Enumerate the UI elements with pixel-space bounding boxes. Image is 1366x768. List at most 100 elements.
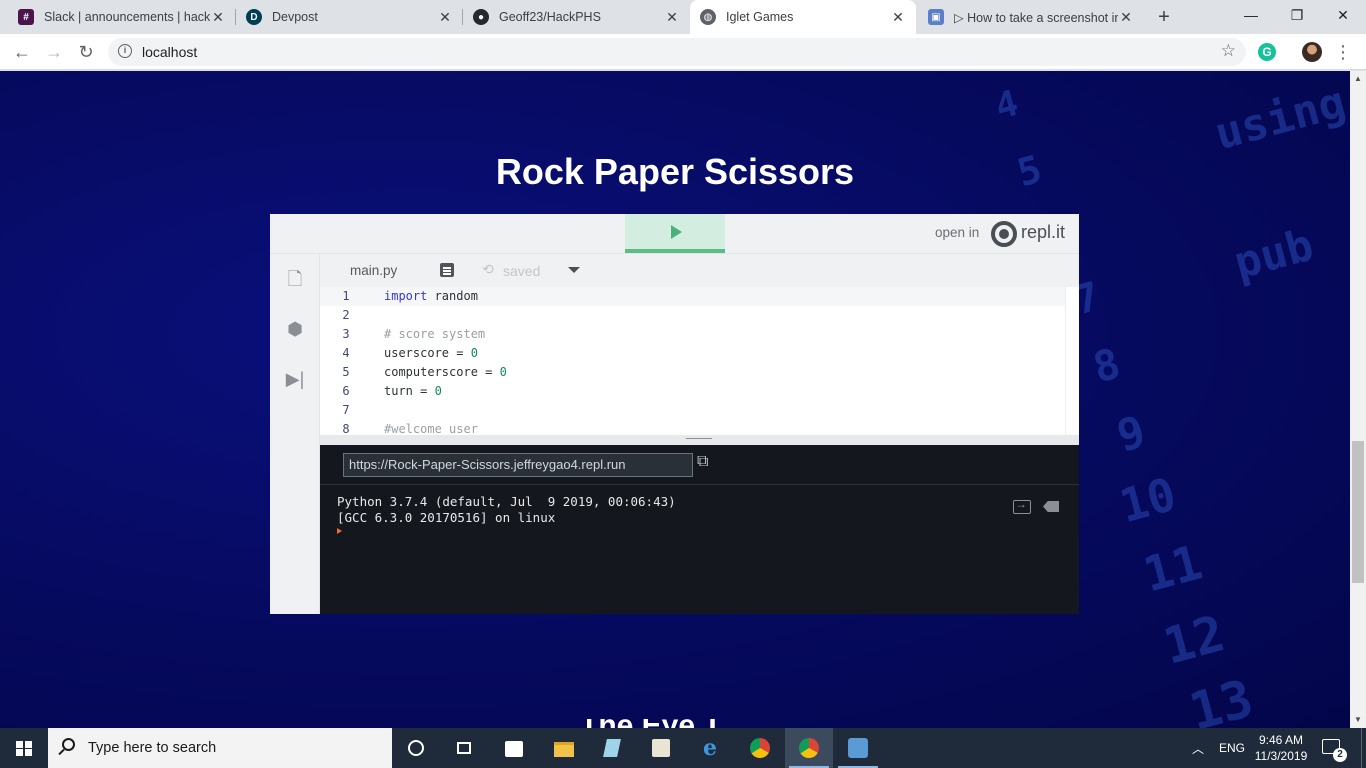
line-number: 1 (342, 289, 350, 303)
bg-digit: 13 (1183, 668, 1260, 728)
close-icon[interactable]: ✕ (664, 9, 680, 26)
code-text: #welcome user (384, 422, 478, 435)
show-desktop-button[interactable] (1361, 728, 1366, 768)
github-icon: ● (473, 9, 489, 25)
code-editor[interactable]: 1 import random 2 3 # score system 4 userscore… (320, 287, 1079, 435)
file-name: main.py (350, 263, 398, 278)
edge-icon[interactable]: e (686, 728, 734, 768)
scroll-up-icon[interactable]: ▲ (1350, 71, 1366, 87)
scrollbar-thumb[interactable] (1352, 441, 1364, 583)
tab-github[interactable]: ● Geoff23/HackPHS ✕ (463, 0, 690, 34)
console-toggle-icon[interactable] (1013, 497, 1031, 514)
debugger-icon[interactable]: ▶| (285, 368, 305, 390)
code-line[interactable]: 2 (320, 306, 1066, 325)
close-icon[interactable]: ✕ (437, 9, 453, 26)
address-url: localhost (142, 44, 198, 60)
file-tab[interactable]: main.py (320, 254, 428, 287)
tab-screenshot-howto[interactable]: ▣ ▷ How to take a screenshot in ✕ (918, 0, 1144, 34)
new-tab-button[interactable]: + (1152, 5, 1176, 29)
chrome-profile-icon[interactable] (785, 728, 833, 768)
system-clock[interactable]: 9:46 AM 11/3/2019 (1250, 732, 1312, 764)
embed-header: open in repl.it (270, 214, 1079, 254)
tab-devpost[interactable]: D Devpost ✕ (236, 0, 463, 34)
editor-scrollbar[interactable] (1065, 287, 1079, 435)
chevron-down-icon[interactable] (568, 267, 580, 273)
close-icon[interactable]: ✕ (210, 9, 226, 26)
close-icon[interactable]: ✕ (1118, 9, 1134, 26)
cortana-icon[interactable] (392, 728, 440, 768)
store-icon[interactable] (490, 728, 538, 768)
scroll-down-icon[interactable]: ▼ (1350, 712, 1366, 728)
start-button[interactable] (0, 728, 48, 768)
pane-resize-handle[interactable] (320, 435, 1079, 445)
address-bar[interactable]: i localhost ☆ (108, 38, 1246, 66)
minimize-button[interactable]: — (1228, 0, 1274, 30)
cortana-circle (408, 740, 424, 756)
folder-glyph (554, 742, 574, 757)
line-number: 6 (342, 384, 350, 398)
bookmark-star-icon[interactable]: ☆ (1221, 41, 1236, 61)
notepad-icon[interactable] (588, 728, 636, 768)
line-number: 8 (342, 422, 350, 435)
site-info-icon[interactable]: i (118, 44, 132, 58)
browser-toolbar: ← → ↻ i localhost ☆ (0, 34, 1366, 70)
line-number: 5 (342, 365, 350, 379)
play-icon (671, 225, 682, 239)
file-explorer-icon[interactable] (540, 728, 588, 768)
code-text: userscore = 0 (384, 346, 478, 360)
code-line[interactable]: 5 computerscore = 0 (320, 363, 1066, 382)
format-icon[interactable] (440, 263, 454, 277)
line-number: 3 (342, 327, 350, 341)
edge-glyph: e (703, 735, 717, 761)
task-view-glyph (457, 742, 471, 754)
clear-console-icon[interactable] (1043, 501, 1059, 512)
chrome-icon[interactable] (736, 728, 784, 768)
run-url-field[interactable]: https://Rock-Paper-Scissors.jeffreygao4.… (343, 453, 693, 477)
code-line[interactable]: 8 #welcome user (320, 420, 1066, 435)
reload-button[interactable]: ↻ (72, 38, 100, 66)
code-line[interactable]: 4 userscore = 0 (320, 344, 1066, 363)
tab-strip: # Slack | announcements | hackP ✕ D Devp… (0, 0, 1366, 34)
run-button[interactable] (625, 214, 725, 253)
replit-brand[interactable]: repl.it (1021, 222, 1065, 243)
bg-digit: 4 (991, 82, 1023, 129)
task-view-icon[interactable] (440, 728, 488, 768)
search-placeholder: Type here to search (88, 740, 217, 756)
line-number: 7 (342, 403, 350, 417)
chevron-up-icon[interactable]: ︿ (1192, 740, 1204, 757)
close-icon[interactable]: ✕ (890, 9, 906, 26)
taskbar-search[interactable]: Type here to search (48, 728, 392, 768)
tab-iglet-games[interactable]: ◍ Iglet Games ✕ (690, 0, 916, 34)
grammarly-extension-icon[interactable]: G (1258, 43, 1276, 61)
code-line[interactable]: 3 # score system (320, 325, 1066, 344)
file-icon[interactable]: 🗋 (285, 268, 305, 290)
network-app-icon[interactable] (834, 728, 882, 768)
bg-digit: 10 (1113, 466, 1182, 534)
close-window-button[interactable]: ✕ (1320, 0, 1366, 30)
profile-avatar[interactable] (1302, 42, 1322, 62)
code-line[interactable]: 6 turn = 0 (320, 382, 1066, 401)
back-button[interactable]: ← (8, 38, 36, 66)
code-line[interactable]: 1 import random (320, 287, 1066, 306)
code-text: import random (384, 289, 478, 303)
chrome-profile-glyph (799, 738, 819, 758)
open-in-label[interactable]: open in (935, 225, 979, 240)
code-text: turn = 0 (384, 384, 442, 398)
line-number: 4 (342, 346, 350, 360)
tab-title: Geoff23/HackPHS (499, 10, 601, 24)
package-icon[interactable]: ⬢ (285, 318, 305, 340)
line-number: 2 (342, 308, 350, 322)
forward-button[interactable]: → (40, 38, 68, 66)
browser-menu-icon[interactable]: ⋮ (1334, 40, 1352, 64)
maximize-button[interactable]: ❐ (1274, 0, 1320, 30)
code-line[interactable]: 7 (320, 401, 1066, 420)
replit-logo-icon[interactable] (991, 221, 1017, 247)
console-pane[interactable]: https://Rock-Paper-Scissors.jeffreygao4.… (320, 445, 1079, 614)
language-indicator[interactable]: ENG (1219, 741, 1245, 755)
photos-icon[interactable] (637, 728, 685, 768)
save-status: saved (503, 263, 541, 279)
screenshot-icon: ▣ (928, 9, 944, 25)
external-link-icon[interactable]: ⧉ (697, 453, 717, 471)
tab-slack[interactable]: # Slack | announcements | hackP ✕ (8, 0, 236, 34)
page-scrollbar[interactable]: ▲ ▼ (1350, 71, 1366, 728)
